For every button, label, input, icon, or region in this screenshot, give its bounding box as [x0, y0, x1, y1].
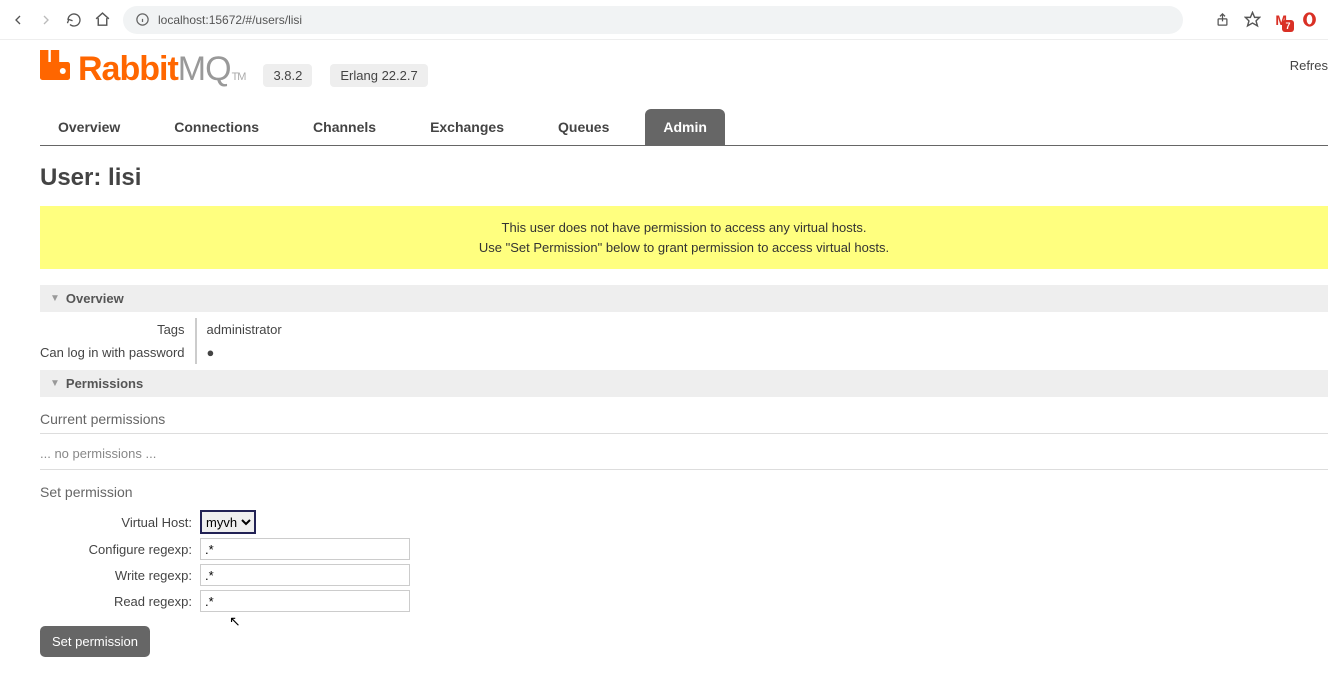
tab-channels[interactable]: Channels: [295, 109, 394, 145]
tags-value: administrator: [196, 318, 292, 341]
tab-admin[interactable]: Admin: [645, 109, 725, 145]
erlang-badge: Erlang 22.2.7: [330, 64, 427, 87]
browser-chrome: localhost:15672/#/users/lisi M 7: [0, 0, 1328, 40]
page-title: User: lisi: [40, 164, 1328, 192]
rabbitmq-logo-icon: [40, 50, 70, 80]
gmail-extension-icon[interactable]: M 7: [1275, 12, 1287, 28]
section-overview-header[interactable]: ▼ Overview: [40, 285, 1328, 312]
home-button[interactable]: [94, 11, 111, 28]
refresh-label: Refres: [1290, 58, 1328, 73]
address-bar[interactable]: localhost:15672/#/users/lisi: [123, 6, 1183, 34]
no-permissions-text: ... no permissions ...: [40, 438, 1328, 470]
warning-banner: This user does not have permission to ac…: [40, 206, 1328, 269]
share-icon[interactable]: [1215, 12, 1230, 27]
section-permissions-header[interactable]: ▼ Permissions: [40, 370, 1328, 397]
url-text: localhost:15672/#/users/lisi: [158, 13, 302, 27]
tags-label: Tags: [40, 318, 196, 341]
back-button[interactable]: [10, 12, 26, 28]
set-permission-heading: Set permission: [40, 484, 1328, 506]
configure-regexp-label: Configure regexp:: [40, 542, 200, 557]
site-info-icon[interactable]: [135, 12, 150, 27]
main-tabs: Overview Connections Channels Exchanges …: [40, 109, 1328, 146]
read-regexp-label: Read regexp:: [40, 594, 200, 609]
tab-connections[interactable]: Connections: [156, 109, 277, 145]
logo-text-tm: TM: [232, 71, 246, 83]
rabbitmq-logo[interactable]: RabbitMQTM: [40, 50, 245, 89]
current-permissions-heading: Current permissions: [40, 411, 1328, 434]
login-label: Can log in with password: [40, 341, 196, 364]
section-overview-title: Overview: [66, 291, 124, 306]
app-header: RabbitMQTM 3.8.2 Erlang 22.2.7: [40, 50, 1328, 89]
tab-queues[interactable]: Queues: [540, 109, 627, 145]
logo-text-mq: MQ: [178, 50, 231, 88]
chevron-down-icon: ▼: [50, 378, 60, 389]
mouse-cursor-icon: ↖: [229, 613, 241, 630]
write-regexp-input[interactable]: [200, 564, 410, 586]
write-regexp-label: Write regexp:: [40, 568, 200, 583]
virtual-host-label: Virtual Host:: [40, 515, 200, 530]
set-permission-button[interactable]: Set permission: [40, 626, 150, 657]
tab-overview[interactable]: Overview: [40, 109, 138, 145]
configure-regexp-input[interactable]: [200, 538, 410, 560]
banner-line-2: Use "Set Permission" below to grant perm…: [479, 240, 889, 255]
chevron-down-icon: ▼: [50, 293, 60, 304]
tab-exchanges[interactable]: Exchanges: [412, 109, 522, 145]
section-permissions-title: Permissions: [66, 376, 143, 391]
logo-text-rabbit: Rabbit: [78, 50, 178, 88]
gmail-badge: 7: [1282, 20, 1294, 32]
read-regexp-input[interactable]: [200, 590, 410, 612]
login-value: ●: [196, 341, 292, 364]
forward-button[interactable]: [38, 12, 54, 28]
overview-table: Tags administrator Can log in with passw…: [40, 318, 292, 364]
version-badge: 3.8.2: [263, 64, 312, 87]
opera-extension-icon[interactable]: [1301, 11, 1318, 28]
reload-button[interactable]: [66, 12, 82, 28]
banner-line-1: This user does not have permission to ac…: [502, 220, 867, 235]
virtual-host-select[interactable]: myvh: [200, 510, 256, 534]
bookmark-star-icon[interactable]: [1244, 11, 1261, 28]
